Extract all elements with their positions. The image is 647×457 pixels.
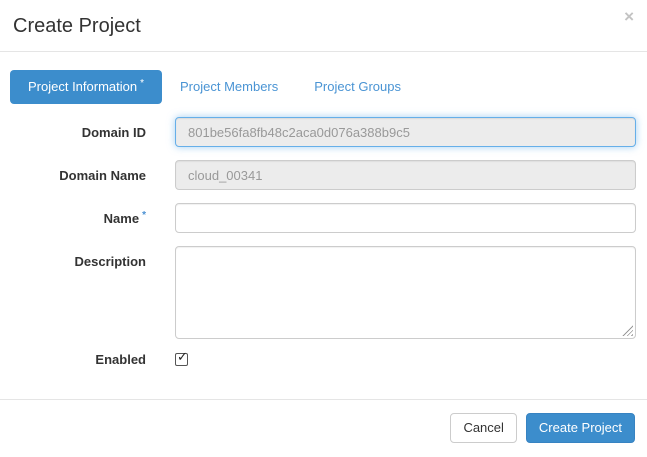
description-field-col xyxy=(175,246,636,339)
domain-id-input[interactable] xyxy=(175,117,636,147)
create-project-modal: Create Project × Project Information* Pr… xyxy=(0,0,647,457)
create-project-button[interactable]: Create Project xyxy=(526,413,635,443)
name-label-text: Name xyxy=(104,211,139,226)
modal-header: Create Project × xyxy=(0,0,647,52)
tab-project-groups[interactable]: Project Groups xyxy=(296,70,419,104)
tab-project-groups-label: Project Groups xyxy=(314,79,401,94)
tab-project-information-label: Project Information xyxy=(28,79,137,94)
tab-project-information[interactable]: Project Information* xyxy=(10,70,162,104)
name-input[interactable] xyxy=(175,203,636,233)
name-field-col xyxy=(175,203,636,233)
enabled-checkbox[interactable]: ✓ xyxy=(175,353,188,366)
tab-project-members[interactable]: Project Members xyxy=(162,70,296,104)
domain-name-label: Domain Name xyxy=(10,160,146,190)
enabled-field-col: ✓ xyxy=(175,352,636,371)
tab-bar: Project Information* Project Members Pro… xyxy=(10,70,636,104)
close-icon[interactable]: × xyxy=(624,8,634,25)
name-label: Name* xyxy=(10,203,146,233)
modal-body: Project Information* Project Members Pro… xyxy=(0,52,647,399)
domain-id-row: Domain ID xyxy=(10,117,636,147)
modal-title: Create Project xyxy=(13,15,632,38)
checkmark-icon: ✓ xyxy=(177,350,188,363)
domain-name-field-col xyxy=(175,160,636,190)
description-textarea[interactable] xyxy=(175,246,636,339)
name-row: Name* xyxy=(10,203,636,233)
required-asterisk: * xyxy=(142,210,146,221)
enabled-label: Enabled xyxy=(10,352,146,371)
domain-id-label: Domain ID xyxy=(10,117,146,147)
description-row: Description xyxy=(10,246,636,339)
domain-name-input[interactable] xyxy=(175,160,636,190)
domain-id-field-col xyxy=(175,117,636,147)
cancel-button[interactable]: Cancel xyxy=(450,413,516,443)
modal-footer: Cancel Create Project xyxy=(0,399,647,457)
tab-project-members-label: Project Members xyxy=(180,79,278,94)
project-information-form: Domain ID Domain Name Name* Description xyxy=(10,117,636,371)
required-asterisk: * xyxy=(140,78,144,89)
enabled-row: Enabled ✓ xyxy=(10,352,636,371)
domain-name-row: Domain Name xyxy=(10,160,636,190)
description-label: Description xyxy=(10,246,146,339)
